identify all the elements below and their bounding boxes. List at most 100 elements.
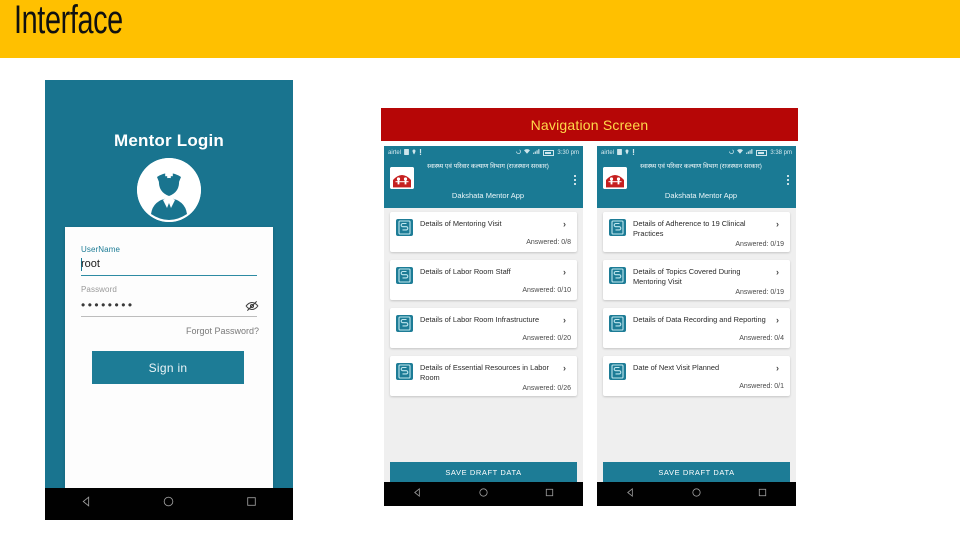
app-bar-right: स्वास्थ्य एवं परिवार कल्याण विभाग (राजस्… — [597, 159, 796, 208]
signal-icon — [746, 149, 753, 156]
list-item[interactable]: Details of Labor Room Staff › Answered: … — [390, 260, 577, 300]
back-triangle-icon[interactable] — [80, 495, 93, 513]
app-name-label: Dakshata Mentor App — [451, 191, 525, 200]
page-title: Interface — [14, 0, 123, 42]
list-item-answered: Answered: 0/4 — [739, 335, 784, 342]
rotate-icon — [516, 149, 522, 156]
form-list-right: Details of Adherence to 19 Clinical Prac… — [597, 208, 796, 463]
form-icon — [609, 363, 626, 380]
chevron-right-icon[interactable]: › — [563, 362, 571, 374]
sim-icon — [404, 148, 409, 157]
list-item[interactable]: Details of Data Recording and Reporting … — [603, 308, 790, 348]
list-item-title: Details of Labor Room Infrastructure — [420, 315, 540, 324]
slide-title-banner: Interface — [0, 0, 960, 58]
battery-icon — [543, 149, 555, 156]
android-navbar-mid — [384, 482, 583, 506]
list-item-title: Date of Next Visit Planned — [633, 363, 720, 372]
password-input[interactable]: •••••••• — [81, 298, 135, 312]
chevron-right-icon[interactable]: › — [776, 362, 784, 374]
signal-icon — [533, 149, 540, 156]
govt-emblem-icon — [390, 167, 414, 189]
form-icon — [609, 315, 626, 332]
phone-mockup-mid: airtel 3:30 pm स्वास्थ्य एवं परिवार कल्य… — [384, 146, 583, 506]
save-draft-button[interactable]: SAVE DRAFT DATA — [603, 462, 790, 482]
chevron-right-icon[interactable]: › — [563, 266, 571, 278]
list-item-answered: Answered: 0/20 — [522, 335, 571, 342]
list-item-answered: Answered: 0/19 — [735, 289, 784, 296]
home-circle-icon[interactable] — [691, 485, 702, 503]
list-item-answered: Answered: 0/19 — [735, 241, 784, 248]
login-form-card: UserName root Password •••••••• Forgot P… — [65, 227, 273, 494]
form-icon — [609, 267, 626, 284]
username-underline — [81, 275, 257, 276]
chevron-right-icon[interactable]: › — [776, 266, 784, 278]
login-screen-mockup: Mentor Login UserName root Password ••••… — [45, 80, 293, 520]
battery-icon — [756, 149, 768, 156]
nurse-avatar-icon — [137, 158, 201, 222]
list-item[interactable]: Details of Labor Room Infrastructure › A… — [390, 308, 577, 348]
password-underline — [81, 316, 257, 317]
recents-square-icon[interactable] — [757, 485, 768, 503]
govt-emblem-icon — [603, 167, 627, 189]
username-input[interactable]: root — [81, 258, 100, 270]
kebab-menu-icon[interactable] — [787, 175, 789, 185]
wifi-icon — [524, 149, 531, 156]
password-label: Password — [81, 285, 117, 294]
chevron-right-icon[interactable]: › — [776, 218, 784, 230]
location-icon — [412, 149, 416, 157]
sign-in-button[interactable]: Sign in — [92, 351, 244, 384]
app-hindi-title: स्वास्थ्य एवं परिवार कल्याण विभाग (राजस्… — [640, 163, 762, 170]
list-item[interactable]: Date of Next Visit Planned › Answered: 0… — [603, 356, 790, 396]
android-navbar-login — [45, 488, 293, 520]
list-item-answered: Answered: 0/26 — [522, 385, 571, 392]
sim-icon — [617, 148, 622, 157]
back-triangle-icon[interactable] — [625, 485, 636, 503]
save-draft-button[interactable]: SAVE DRAFT DATA — [390, 462, 577, 482]
kebab-menu-icon[interactable] — [574, 175, 576, 185]
list-item-answered: Answered: 0/1 — [739, 383, 784, 390]
phone-mockup-right: airtel 3:38 pm स्वास्थ्य एवं परिवार कल्य… — [597, 146, 796, 506]
list-item-answered: Answered: 0/10 — [522, 287, 571, 294]
chevron-right-icon[interactable]: › — [563, 314, 571, 326]
form-icon — [609, 219, 626, 236]
list-item-title: Details of Data Recording and Reporting — [633, 315, 766, 324]
back-triangle-icon[interactable] — [412, 485, 423, 503]
form-icon — [396, 219, 413, 236]
recents-square-icon[interactable] — [544, 485, 555, 503]
forgot-password-link[interactable]: Forgot Password? — [186, 326, 259, 336]
form-icon — [396, 267, 413, 284]
app-hindi-title: स्वास्थ्य एवं परिवार कल्याण विभाग (राजस्… — [427, 163, 549, 170]
list-item[interactable]: Details of Mentoring Visit › Answered: 0… — [390, 212, 577, 252]
list-item-title: Details of Labor Room Staff — [420, 267, 511, 276]
alarm-icon — [419, 148, 422, 157]
username-label: UserName — [81, 245, 121, 254]
chevron-right-icon[interactable]: › — [776, 314, 784, 326]
list-item[interactable]: Details of Topics Covered During Mentori… — [603, 260, 790, 300]
eye-off-icon[interactable] — [245, 299, 259, 313]
rotate-icon — [729, 149, 735, 156]
navigation-screen-label: Navigation Screen — [530, 116, 649, 133]
home-circle-icon[interactable] — [162, 495, 175, 513]
chevron-right-icon[interactable]: › — [563, 218, 571, 230]
form-list-mid: Details of Mentoring Visit › Answered: 0… — [384, 208, 583, 463]
location-icon — [625, 149, 629, 157]
carrier-label: airtel — [388, 149, 402, 156]
list-item-title: Details of Mentoring Visit — [420, 219, 502, 228]
wifi-icon — [737, 149, 744, 156]
form-icon — [396, 363, 413, 380]
login-heading: Mentor Login — [113, 131, 225, 150]
list-item[interactable]: Details of Essential Resources in Labor … — [390, 356, 577, 396]
status-bar-mid: airtel 3:30 pm — [384, 146, 583, 159]
alarm-icon — [632, 148, 635, 157]
home-circle-icon[interactable] — [478, 485, 489, 503]
form-icon — [396, 315, 413, 332]
recents-square-icon[interactable] — [245, 495, 258, 513]
list-item-answered: Answered: 0/8 — [526, 239, 571, 246]
navigation-screen-banner: Navigation Screen — [381, 108, 798, 141]
list-item[interactable]: Details of Adherence to 19 Clinical Prac… — [603, 212, 790, 252]
app-bar-mid: स्वास्थ्य एवं परिवार कल्याण विभाग (राजस्… — [384, 159, 583, 208]
status-bar-right: airtel 3:38 pm — [597, 146, 796, 159]
android-navbar-right — [597, 482, 796, 506]
list-item-title: Details of Adherence to 19 Clinical Prac… — [633, 219, 746, 238]
app-name-label: Dakshata Mentor App — [664, 191, 738, 200]
